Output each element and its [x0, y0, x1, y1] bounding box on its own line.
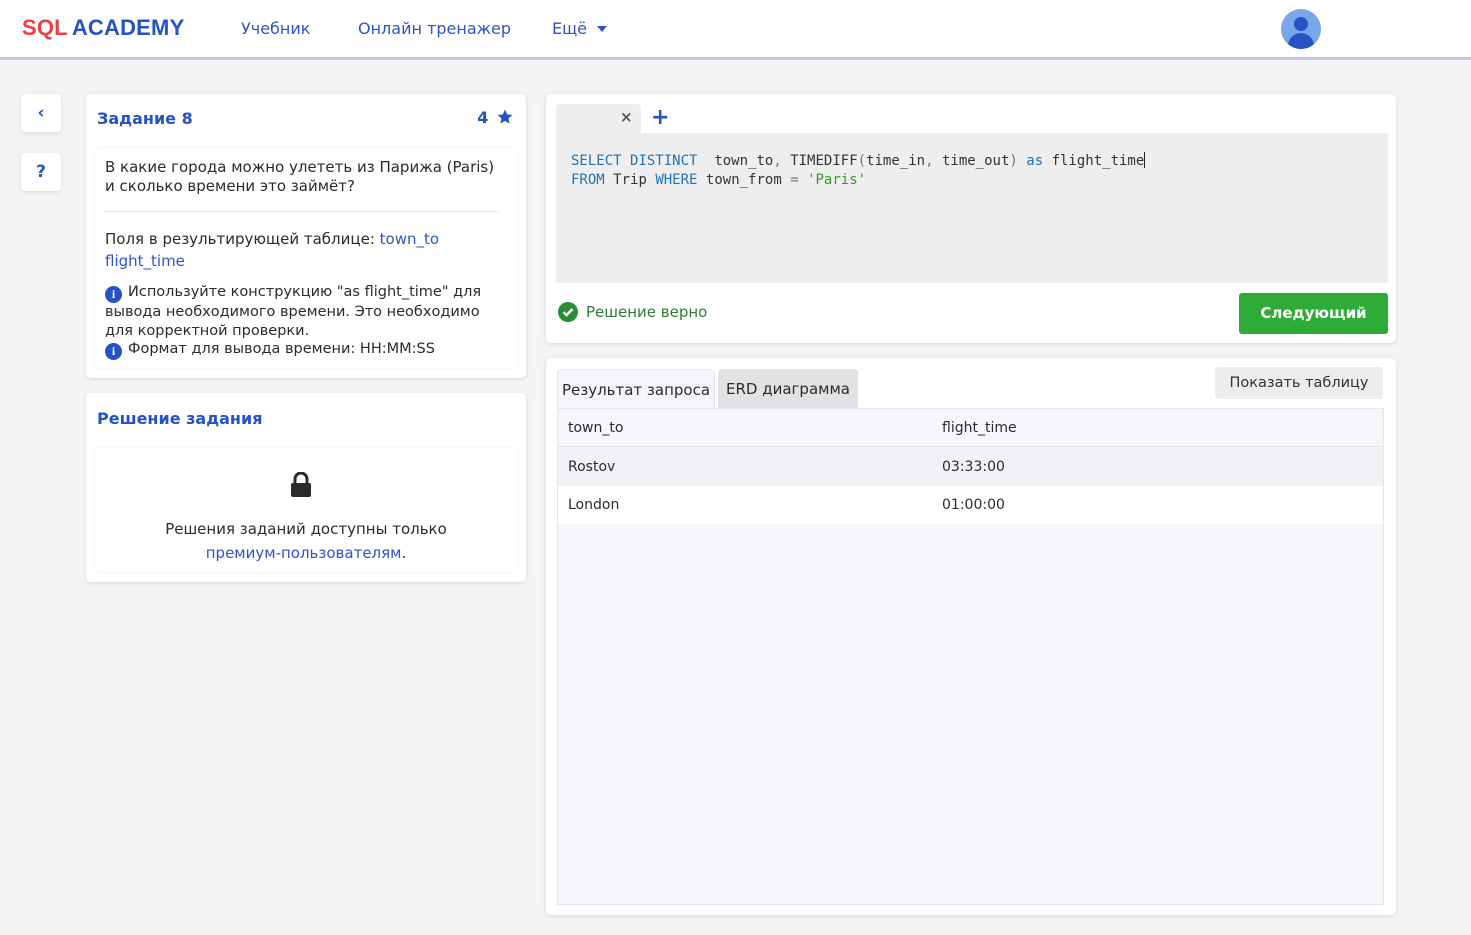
solution-card: Решение задания Решения заданий доступны… [86, 393, 526, 582]
user-icon-body [1288, 33, 1314, 49]
code-keyword: DISTINCT [630, 153, 698, 169]
table-row: London 01:00:00 [558, 486, 1383, 524]
code-string: 'Paris' [807, 172, 867, 188]
divider [105, 211, 499, 212]
nav-textbook[interactable]: Учебник [241, 19, 310, 38]
table-cell: 01:00:00 [942, 497, 1005, 513]
user-icon-head [1294, 17, 1308, 31]
logo[interactable]: SQL ACADEMY [22, 15, 184, 41]
code-keyword: WHERE [655, 172, 698, 188]
question-icon: ? [36, 162, 46, 182]
table-cell: 03:33:00 [942, 459, 1005, 475]
task-rating[interactable]: 4 [477, 108, 514, 127]
code-identifier: flight_time [1051, 153, 1145, 169]
info-icon: i [105, 286, 122, 303]
nav-trainer[interactable]: Онлайн тренажер [358, 19, 511, 38]
status-text: Решение верно [586, 303, 708, 321]
column-header: flight_time [942, 420, 1017, 436]
note-format: i Формат для вывода времени: HH:MM:SS [105, 340, 505, 360]
solution-title: Решение задания [97, 409, 263, 428]
code-punct: , [773, 153, 782, 169]
text-caret [1144, 152, 1146, 168]
sql-editor[interactable]: SELECT DISTINCT town_to, TIMEDIFF(time_i… [556, 133, 1388, 283]
top-navbar: SQL ACADEMY Учебник Онлайн тренажер Ещё [0, 0, 1471, 60]
result-fields: Поля в результирующей таблице: town_to f… [105, 228, 505, 272]
rating-value: 4 [477, 108, 489, 127]
table-row: Rostov 03:33:00 [558, 448, 1383, 486]
close-icon[interactable]: × [620, 108, 633, 126]
code-identifier: town_to [714, 153, 774, 169]
note-alias: i Используйте конструкцию "as flight_time… [105, 283, 505, 341]
check-circle-icon [558, 302, 578, 322]
tab-erd-diagram[interactable]: ERD диаграмма [718, 369, 858, 409]
table-header: town_to flight_time [558, 409, 1383, 447]
info-icon: i [105, 343, 122, 360]
code-identifier: Trip [613, 172, 647, 188]
back-button[interactable]: ‹ [21, 94, 61, 132]
show-table-button[interactable]: Показать таблицу [1215, 367, 1383, 399]
editor-tabbar: × + [556, 104, 1388, 134]
solution-text: Решения заданий доступны только [165, 520, 447, 538]
chevron-down-icon [597, 25, 608, 32]
code-function: TIMEDIFF [790, 153, 858, 169]
code-punct: ) [1009, 153, 1018, 169]
add-tab-icon[interactable]: + [651, 105, 669, 130]
premium-link[interactable]: премиум-пользователям [206, 544, 402, 562]
star-icon [497, 109, 513, 124]
task-question: В какие города можно улететь из Парижа (… [105, 158, 495, 195]
task-title: Задание 8 [97, 109, 193, 128]
code-identifier: time_in [866, 153, 926, 169]
code-identifier: town_from [705, 172, 782, 188]
code-keyword: SELECT [571, 153, 622, 169]
nav-more-label: Ещё [552, 19, 588, 38]
fields-label: Поля в результирующей таблице: [105, 230, 375, 248]
code-punct: ( [857, 153, 867, 169]
task-card: Задание 8 4 В какие города можно улететь… [86, 94, 526, 378]
next-button[interactable]: Следующий [1239, 293, 1388, 334]
solution-message: Решения заданий доступны только премиум-… [95, 517, 517, 565]
field-flight-time[interactable]: flight_time [105, 252, 185, 270]
user-avatar[interactable] [1281, 9, 1321, 49]
code-punct: = [790, 172, 799, 188]
solution-suffix: . [401, 544, 407, 562]
results-table: town_to flight_time Rostov 03:33:00 Lond… [557, 408, 1384, 905]
note-format-text: Формат для вывода времени: HH:MM:SS [128, 341, 435, 357]
chevron-left-icon: ‹ [37, 103, 45, 123]
table-cell: Rostov [568, 459, 616, 475]
column-header: town_to [568, 420, 624, 436]
help-button[interactable]: ? [21, 153, 61, 191]
solution-locked: Решения заданий доступны только премиум-… [95, 448, 517, 572]
tab-query-result[interactable]: Результат запроса [557, 369, 715, 409]
lock-icon [291, 472, 311, 497]
solution-status: Решение верно [558, 302, 707, 322]
code-identifier: time_out [941, 153, 1010, 169]
logo-academy: ACADEMY [71, 15, 185, 40]
task-description: В какие города можно улететь из Парижа (… [95, 148, 517, 368]
editor-card: × + SELECT DISTINCT town_to, TIMEDIFF(ti… [546, 94, 1396, 343]
code-punct: , [925, 153, 934, 169]
code-keyword: FROM [571, 172, 605, 188]
note-alias-text: Используйте конструкцию "as flight_time"… [105, 284, 482, 339]
field-town-to[interactable]: town_to [380, 230, 439, 248]
code-keyword: as [1026, 153, 1044, 169]
editor-tab[interactable]: × [556, 104, 641, 134]
nav-more[interactable]: Ещё [552, 19, 608, 38]
table-cell: London [568, 497, 620, 513]
logo-sql: SQL [22, 15, 68, 40]
results-card: Результат запроса ERD диаграмма Показать… [546, 358, 1396, 915]
